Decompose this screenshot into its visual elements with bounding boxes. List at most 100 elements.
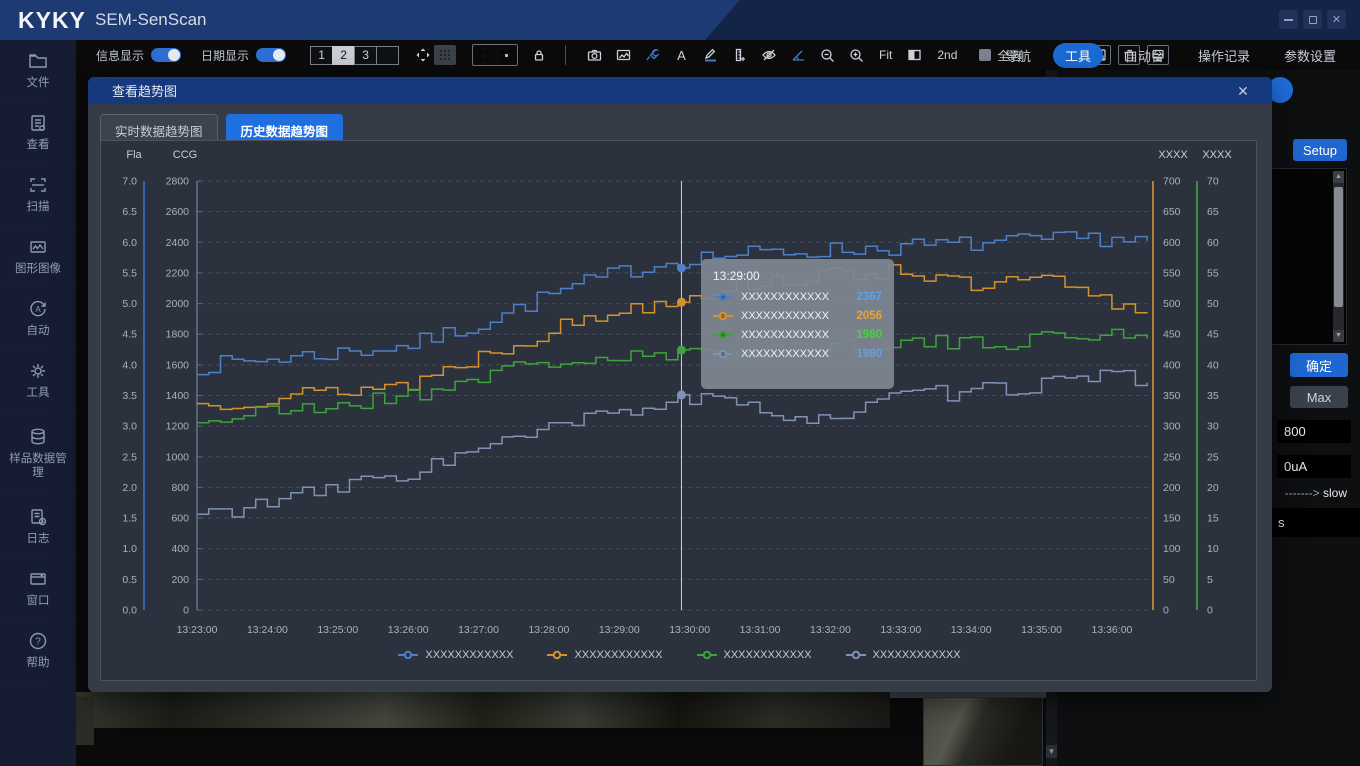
sidebar-item-help[interactable]: ? 帮助 (0, 620, 76, 682)
chart-tooltip: 13:29:00 XXXXXXXXXXXX 2367 XXXXXXXXXXXX 20… (701, 259, 894, 389)
svg-text:30: 30 (1207, 421, 1219, 433)
sidebar-item-tools[interactable]: 工具 (0, 350, 76, 412)
scroll-up-icon[interactable]: ▲ (1333, 171, 1344, 183)
legend-item[interactable]: XXXXXXXXXXXX (547, 649, 663, 661)
database-icon (31, 428, 45, 445)
angle-measure-button[interactable] (791, 48, 806, 62)
sidebar-item-file[interactable]: 文件 (0, 40, 76, 102)
capture-button[interactable] (587, 48, 602, 62)
sidebar-item-log[interactable]: 日志 (0, 496, 76, 558)
pen-icon (704, 48, 717, 62)
view-button-3[interactable]: 3 (354, 45, 378, 65)
setup-button[interactable]: Setup (1293, 139, 1347, 161)
svg-text:350: 350 (1163, 390, 1181, 402)
draw-button[interactable] (703, 48, 718, 62)
scroll-down-icon[interactable]: ▼ (1046, 745, 1057, 758)
view-button-group: 1 2 3 (310, 45, 400, 65)
dialog-close-icon[interactable]: ✕ (1234, 82, 1252, 100)
lock-button[interactable] (532, 48, 546, 62)
maximize-icon (1308, 15, 1317, 24)
eye-off-icon (762, 49, 776, 61)
fit-button[interactable]: Fit (879, 48, 892, 62)
svg-text:13:30:00: 13:30:00 (669, 624, 710, 636)
svg-text:600: 600 (1163, 237, 1181, 249)
gallery-button[interactable] (616, 48, 631, 62)
text-annotation-button[interactable]: A (674, 48, 689, 62)
svg-text:20: 20 (1207, 482, 1219, 494)
value-input[interactable] (1277, 420, 1351, 443)
menu-item-tools[interactable]: 工具 (1052, 42, 1103, 68)
svg-text:500: 500 (1163, 298, 1181, 310)
sidebar: 文件 查看 扫描 图形图像 A 自动 工具 样品数据管理 日志 窗口 ? 帮助 (0, 40, 76, 766)
close-button[interactable]: ✕ (1327, 10, 1346, 29)
split-view-icon (908, 49, 922, 61)
hide-annotations-button[interactable] (761, 48, 777, 62)
sidebar-item-view[interactable]: 查看 (0, 102, 76, 164)
sidebar-item-sample-data[interactable]: 样品数据管理 (0, 412, 76, 496)
partial-text-input[interactable] (1270, 508, 1360, 537)
max-button[interactable]: Max (1290, 386, 1348, 408)
svg-text:3.0: 3.0 (122, 421, 137, 433)
svg-text:200: 200 (171, 574, 189, 586)
brand-logo: KYKY (18, 7, 86, 33)
tools-button[interactable] (645, 48, 660, 62)
svg-text:0.0: 0.0 (122, 605, 137, 617)
info-display-toggle[interactable] (151, 48, 182, 62)
maximize-button[interactable] (1303, 10, 1322, 29)
svg-text:13:24:00: 13:24:00 (247, 624, 288, 636)
select-all-checkbox[interactable] (979, 49, 992, 61)
scroll-down-icon[interactable]: ▼ (1333, 330, 1344, 342)
menu-item-parameter-settings[interactable]: 参数设置 (1272, 43, 1348, 68)
fullscreen-button[interactable] (495, 45, 517, 65)
menu-item-navigation[interactable]: 导航 (993, 43, 1043, 68)
titlebar: KYKY SEM-SenScan ✕ (0, 0, 1360, 40)
folder-icon (29, 54, 47, 68)
expand-arrows-button[interactable] (412, 45, 434, 65)
svg-text:?: ? (35, 636, 41, 647)
svg-text:2000: 2000 (166, 298, 190, 310)
listbox-scrollbar[interactable]: ▲ ▼ (1333, 171, 1344, 342)
legend-item[interactable]: XXXXXXXXXXXX (696, 649, 812, 661)
svg-text:200: 200 (1163, 482, 1181, 494)
current-input[interactable] (1277, 455, 1351, 478)
window-icon (30, 573, 46, 585)
trend-chart-svg[interactable]: 7.0 2800 700 70 6.5 2600 650 65 6.0 2400 600 60 5.5 2… (101, 141, 1256, 647)
dotted-grid-button[interactable] (434, 45, 457, 65)
sidebar-item-image[interactable]: 图形图像 (0, 226, 76, 288)
zoom-in-button[interactable] (849, 48, 864, 63)
legend-item[interactable]: XXXXXXXXXXXX (398, 649, 513, 661)
gear-icon (31, 363, 45, 378)
date-display-toggle[interactable] (256, 48, 287, 62)
svg-text:45: 45 (1207, 329, 1219, 341)
second-detector-button[interactable]: 2nd (937, 48, 957, 62)
sidebar-item-auto[interactable]: A 自动 (0, 288, 76, 350)
view-button-1[interactable]: 1 (310, 45, 334, 65)
view-button-4[interactable] (376, 45, 400, 65)
dialog-titlebar[interactable]: 查看趋势图 ✕ (88, 77, 1272, 104)
svg-text:700: 700 (1163, 176, 1181, 188)
zoom-out-button[interactable] (820, 48, 835, 63)
confirm-button[interactable]: 确定 (1290, 353, 1348, 377)
lock-icon (534, 50, 544, 61)
view-button-2[interactable]: 2 (332, 45, 356, 65)
svg-text:13:31:00: 13:31:00 (740, 624, 781, 636)
sidebar-item-window[interactable]: 窗口 (0, 558, 76, 620)
svg-text:1800: 1800 (166, 329, 190, 341)
scan-frame-button[interactable] (473, 45, 495, 65)
svg-text:65: 65 (1207, 206, 1219, 218)
minimize-button[interactable] (1279, 10, 1298, 29)
angle-icon (792, 50, 805, 61)
svg-text:55: 55 (1207, 267, 1219, 279)
svg-text:XXXX: XXXX (1158, 149, 1188, 161)
svg-text:5: 5 (1207, 574, 1213, 586)
svg-text:150: 150 (1163, 513, 1181, 525)
split-view-button[interactable] (907, 48, 922, 62)
measure-button[interactable] (732, 48, 747, 62)
svg-text:1600: 1600 (166, 359, 190, 371)
menu-item-auto-stage[interactable]: 自动台 (1113, 43, 1176, 68)
legend-item[interactable]: XXXXXXXXXXXX (845, 649, 961, 661)
svg-text:2.0: 2.0 (122, 482, 137, 494)
help-icon: ? (29, 632, 47, 650)
sidebar-item-scan[interactable]: 扫描 (0, 164, 76, 226)
menu-item-operation-log[interactable]: 操作记录 (1186, 43, 1262, 68)
